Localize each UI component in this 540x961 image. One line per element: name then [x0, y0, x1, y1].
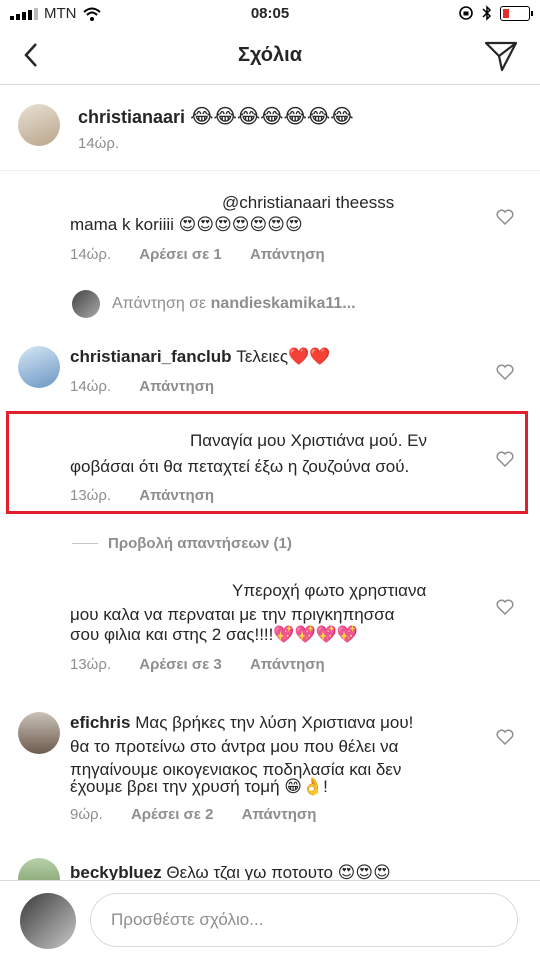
heart-icon[interactable]	[496, 450, 514, 468]
comment-text: Παναγία μου Χριστιάνα μού. Εν	[190, 431, 428, 450]
likes-count[interactable]: Αρέσει σε 1	[139, 246, 222, 263]
caption-username[interactable]: christianaari	[78, 107, 185, 127]
avatar	[20, 893, 76, 949]
caption-time: 14ώρ.	[78, 135, 120, 152]
comment-text: Υπεροχή φωτο χρηστιανα	[232, 581, 427, 600]
likes-count[interactable]: Αρέσει σε 2	[131, 806, 214, 823]
reply-prefix: Απάντηση σε	[112, 295, 207, 312]
battery-icon	[500, 5, 533, 21]
comment-composer	[0, 880, 540, 961]
comment-text: mama k koriiii 😍😍😍😍😍😍😍	[70, 215, 303, 234]
divider	[72, 543, 98, 544]
comment-username[interactable]: efichris	[70, 713, 130, 732]
heart-icon[interactable]	[496, 598, 514, 616]
avatar[interactable]	[18, 104, 60, 146]
avatar[interactable]	[18, 712, 60, 754]
comment-input-wrapper[interactable]	[90, 893, 518, 947]
comment-time: 14ώρ.	[70, 246, 112, 263]
heart-icon[interactable]	[496, 208, 514, 226]
reply-button[interactable]: Απάντηση	[139, 378, 214, 395]
reply-username: nandieskamika11...	[210, 295, 356, 312]
comment-text: φοβάσαι ότι θα πεταχτεί έξω η ζουζούνα σ…	[70, 457, 410, 476]
heart-icon[interactable]	[496, 363, 514, 381]
avatar[interactable]	[18, 346, 60, 388]
comment-text: έχουμε βρει την χρυσή τομή 😁👌!	[70, 777, 328, 796]
comment-username[interactable]: christianari_fanclub	[70, 347, 232, 366]
heart-icon[interactable]	[496, 728, 514, 746]
view-replies-button[interactable]: Προβολή απαντήσεων (1)	[72, 535, 292, 552]
comment-text: Μας βρήκες την λύση Χριστιανα μου!	[135, 713, 414, 732]
comment-text: Τελειες❤️❤️	[236, 347, 331, 366]
comment-time: 14ώρ.	[70, 378, 112, 395]
send-icon[interactable]	[484, 40, 518, 72]
comment-text: θα το προτείνω στο άντρα μου που θέλει ν…	[70, 737, 399, 756]
comment-time: 13ώρ.	[70, 656, 112, 673]
bluetooth-icon	[482, 5, 492, 21]
post-caption: christianaari 😂😂😂😂😂😂😂 14ώρ.	[0, 98, 540, 171]
comment-text: σου φιλια και στης 2 σας!!!!💖💖💖💖	[70, 625, 359, 644]
likes-count[interactable]: Αρέσει σε 3	[139, 656, 222, 673]
reply-button[interactable]: Απάντηση	[250, 656, 325, 673]
nav-header: Σχόλια	[0, 28, 540, 85]
reply-to-banner[interactable]: Απάντηση σε nandieskamika11...	[72, 290, 356, 318]
reply-button[interactable]: Απάντηση	[139, 487, 214, 504]
caption-text: 😂😂😂😂😂😂😂	[190, 106, 354, 128]
comment-input[interactable]	[109, 909, 493, 931]
comment-time: 9ώρ.	[70, 806, 103, 823]
orientation-lock-icon	[459, 6, 473, 20]
view-replies-label: Προβολή απαντήσεων (1)	[108, 535, 292, 552]
reply-button[interactable]: Απάντηση	[242, 806, 317, 823]
reply-button[interactable]: Απάντηση	[250, 246, 325, 263]
comment-time: 13ώρ.	[70, 487, 112, 504]
avatar	[72, 290, 100, 318]
page-title: Σχόλια	[238, 44, 302, 66]
status-bar: MTN 08:05	[0, 0, 540, 28]
